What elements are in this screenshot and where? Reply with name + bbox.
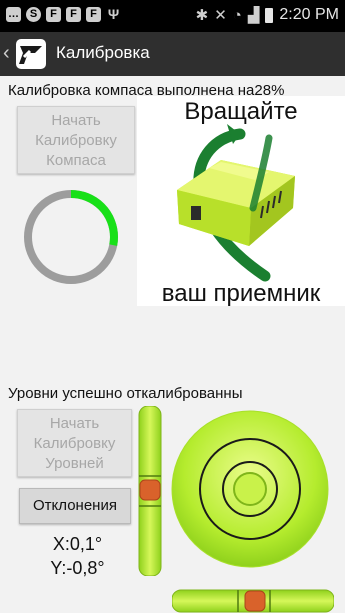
status-time: 2:20 PM xyxy=(279,6,339,23)
flipboard-icon: F xyxy=(46,7,61,22)
message-icon: … xyxy=(6,7,21,22)
wifi-icon: ◔ xyxy=(232,6,242,24)
battery-icon xyxy=(265,7,274,23)
y-tilt-value: Y:-0,8° xyxy=(50,558,105,578)
flipboard-icon: F xyxy=(86,7,101,22)
signal-icon: ▟ xyxy=(247,7,260,24)
x-tilt-value: X:0,1° xyxy=(52,534,103,554)
action-bar: ‹ Калибровка xyxy=(0,32,345,76)
horizontal-bubble-level xyxy=(172,589,334,613)
status-bar: … S F F F Ψ ✱ ✕ ◔ ▟ 2:20 PM xyxy=(0,0,345,32)
screen-title: Калибровка xyxy=(56,43,150,62)
start-levels-calibration-button[interactable]: Начать Калибровку Уровней xyxy=(17,409,132,477)
usb-icon: Ψ xyxy=(107,6,120,22)
notification-icons: … S F F F Ψ xyxy=(6,7,121,22)
flipboard-icon: F xyxy=(66,7,81,22)
tilt-readout: X:0,1° Y:-0,8° xyxy=(0,532,155,580)
levels-calibration-status: Уровни успешно откалиброванны xyxy=(8,385,243,402)
app-logo[interactable] xyxy=(16,39,46,69)
vertical-bubble-level xyxy=(138,406,162,576)
calibration-content: Калибровка компаса выполнена на28% Начат… xyxy=(0,76,345,613)
deviations-button[interactable]: Отклонения xyxy=(19,488,131,524)
back-icon[interactable]: ‹ xyxy=(3,42,10,65)
compass-progress-ring xyxy=(24,190,118,284)
receiver-device-image xyxy=(177,124,295,282)
system-icons: ✱ ✕ ◔ ▟ 2:20 PM xyxy=(196,6,339,24)
rotate-text: Вращайте xyxy=(184,98,298,125)
bullseye-bubble-level xyxy=(171,410,329,568)
bluetooth-icon: ✱ xyxy=(195,7,209,24)
skype-icon: S xyxy=(26,7,41,22)
start-compass-calibration-button[interactable]: Начать Калибровку Компаса xyxy=(17,106,135,174)
mute-icon: ✕ xyxy=(214,7,227,24)
receiver-text: ваш приемник xyxy=(161,280,321,306)
rotate-receiver-illustration: Вращайте ваш приемник xyxy=(137,96,345,306)
